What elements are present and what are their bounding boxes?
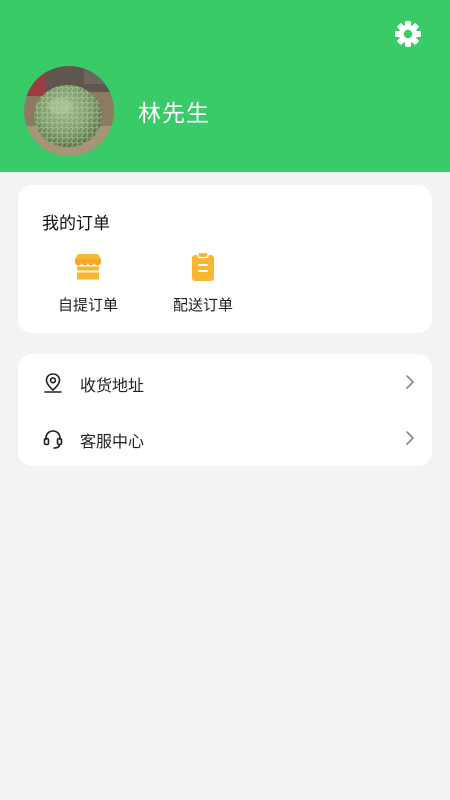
- chevron-right-icon: [406, 375, 414, 389]
- settings-button[interactable]: [392, 18, 424, 50]
- profile-header: 林先生: [0, 0, 450, 172]
- avatar-melon-photo: [24, 66, 114, 156]
- menu-item-label: 客服中心: [80, 432, 145, 451]
- headset-icon: [43, 430, 63, 449]
- menu-card: 收货地址 客服中心: [18, 354, 432, 466]
- store-icon: [75, 254, 101, 280]
- my-orders-card: 我的订单 自提订单 配送订单: [18, 185, 432, 333]
- pickup-orders-button[interactable]: 自提订单: [33, 249, 143, 319]
- delivery-orders-button[interactable]: 配送订单: [148, 249, 258, 319]
- pickup-orders-label: 自提订单: [57, 296, 118, 314]
- chevron-right-icon: [406, 431, 414, 445]
- user-name: 林先生: [138, 101, 210, 127]
- avatar[interactable]: [24, 66, 114, 156]
- menu-item-label: 收货地址: [80, 376, 145, 395]
- location-pin-icon: [44, 373, 62, 393]
- menu-item-address[interactable]: 收货地址: [18, 354, 432, 410]
- orders-title: 我的订单: [42, 214, 110, 234]
- gear-icon[interactable]: [392, 18, 424, 50]
- menu-item-customer-service[interactable]: 客服中心: [18, 410, 432, 466]
- delivery-orders-label: 配送订单: [172, 296, 233, 314]
- clipboard-icon: [192, 251, 214, 281]
